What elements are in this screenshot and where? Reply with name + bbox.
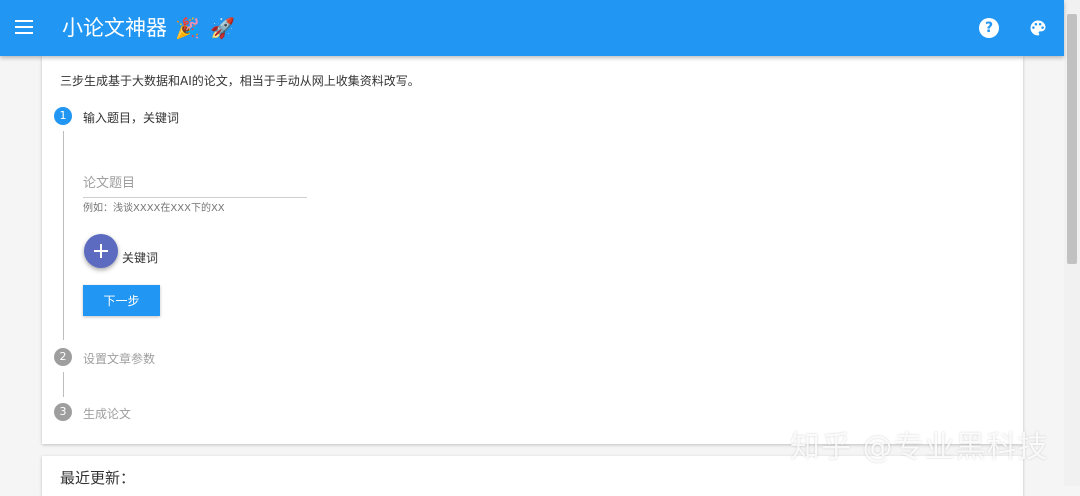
step-2-indicator[interactable]: 2 xyxy=(54,348,72,366)
paper-title-input[interactable] xyxy=(83,170,307,198)
help-icon[interactable]: ? xyxy=(979,18,999,38)
rocket-icon: 🚀 xyxy=(210,16,235,40)
intro-text: 三步生成基于大数据和AI的论文，相当于手动从网上收集资料改写。 xyxy=(60,74,420,88)
step-1-label[interactable]: 输入题目，关键词 xyxy=(83,109,179,126)
add-keyword-button[interactable] xyxy=(84,234,118,268)
recent-updates-title: 最近更新： xyxy=(60,469,136,487)
step-connector xyxy=(63,372,64,397)
app-bar: 小论文神器 🎉 🚀 ? xyxy=(0,0,1064,56)
party-popper-icon: 🎉 xyxy=(175,16,200,40)
next-step-button[interactable]: 下一步 xyxy=(83,285,160,316)
step-connector xyxy=(63,131,64,340)
add-keyword-label: 关键词 xyxy=(122,251,159,265)
step-2-label[interactable]: 设置文章参数 xyxy=(83,350,155,367)
watermark: 知乎 @专业黑科技 xyxy=(790,430,1049,465)
app-title: 小论文神器 xyxy=(62,16,167,40)
title-hint: 例如：浅谈XXXX在XXX下的XX xyxy=(83,203,225,214)
step-3-indicator[interactable]: 3 xyxy=(54,403,72,421)
step-1-indicator[interactable]: 1 xyxy=(54,107,72,125)
step-3-label[interactable]: 生成论文 xyxy=(83,405,131,422)
stepper-card xyxy=(42,56,1023,444)
scrollbar-thumb[interactable] xyxy=(1067,14,1077,264)
menu-icon[interactable] xyxy=(14,17,34,37)
palette-icon[interactable] xyxy=(1028,18,1048,38)
